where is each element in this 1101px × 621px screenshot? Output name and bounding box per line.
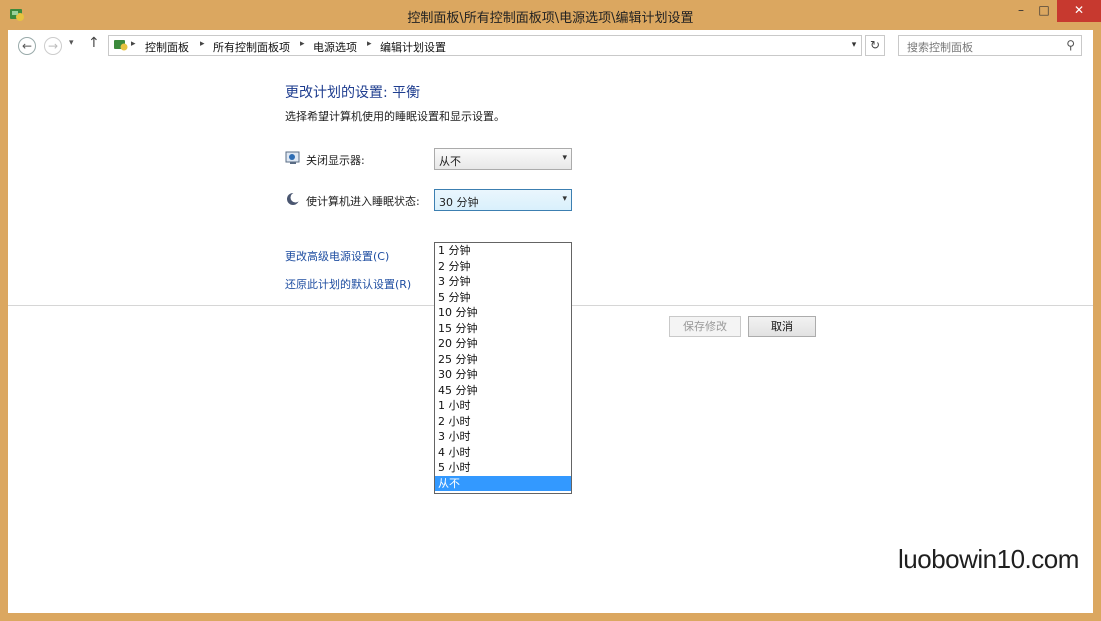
restore-defaults-link[interactable]: 还原此计划的默认设置(R) <box>285 276 411 292</box>
navigation-bar: ← → ▾ ↑ ▸ 控制面板 ▸ 所有控制面板项 ▸ 电源选项 ▸ 编辑计划设置… <box>8 30 1093 61</box>
display-off-select[interactable]: 从不 ▾ <box>434 148 572 170</box>
dropdown-option[interactable]: 30 分钟 <box>435 367 571 383</box>
sleep-select[interactable]: 30 分钟 ▾ <box>434 189 572 211</box>
sleep-label: 使计算机进入睡眠状态: <box>306 195 420 208</box>
dropdown-option[interactable]: 5 分钟 <box>435 290 571 306</box>
breadcrumb-control-panel[interactable]: 控制面板 <box>145 39 189 55</box>
dropdown-option[interactable]: 3 小时 <box>435 429 571 445</box>
close-button[interactable]: ✕ <box>1057 0 1101 22</box>
page-title: 更改计划的设置: 平衡 <box>285 85 421 101</box>
display-off-label: 关闭显示器: <box>306 154 365 167</box>
cancel-button[interactable]: 取消 <box>748 316 816 337</box>
breadcrumb-edit-plan[interactable]: 编辑计划设置 <box>380 39 446 55</box>
address-bar[interactable]: ▸ 控制面板 ▸ 所有控制面板项 ▸ 电源选项 ▸ 编辑计划设置 <box>108 35 862 56</box>
dropdown-option[interactable]: 2 分钟 <box>435 259 571 275</box>
breadcrumb-separator-icon: ▸ <box>131 39 136 49</box>
search-input[interactable]: 搜索控制面板 ⚲ <box>898 35 1082 56</box>
dropdown-option[interactable]: 25 分钟 <box>435 352 571 368</box>
address-dropdown-icon[interactable]: ▾ <box>846 35 862 56</box>
breadcrumb-separator-icon: ▸ <box>200 39 205 49</box>
refresh-button[interactable]: ↻ <box>865 35 885 56</box>
page-description: 选择希望计算机使用的睡眠设置和显示设置。 <box>285 110 505 123</box>
chevron-down-icon: ▾ <box>562 153 567 163</box>
sleep-value: 30 分钟 <box>439 196 479 209</box>
search-icon[interactable]: ⚲ <box>1066 38 1075 52</box>
dropdown-option[interactable]: 1 分钟 <box>435 243 571 259</box>
breadcrumb-power-options[interactable]: 电源选项 <box>313 39 357 55</box>
breadcrumb-separator-icon: ▸ <box>367 39 372 49</box>
dropdown-option[interactable]: 1 小时 <box>435 398 571 414</box>
breadcrumb-all-items[interactable]: 所有控制面板项 <box>213 39 290 55</box>
dropdown-option[interactable]: 5 小时 <box>435 460 571 476</box>
display-off-value: 从不 <box>439 155 461 168</box>
search-placeholder: 搜索控制面板 <box>907 41 973 54</box>
title-bar[interactable]: 控制面板\所有控制面板项\电源选项\编辑计划设置 – □ ✕ <box>0 0 1101 30</box>
advanced-power-settings-link[interactable]: 更改高级电源设置(C) <box>285 248 389 264</box>
dropdown-option[interactable]: 20 分钟 <box>435 336 571 352</box>
dropdown-option[interactable]: 2 小时 <box>435 414 571 430</box>
minimize-button[interactable]: – <box>1010 0 1032 22</box>
dropdown-option[interactable]: 45 分钟 <box>435 383 571 399</box>
dropdown-option[interactable]: 4 小时 <box>435 445 571 461</box>
sleep-dropdown-list[interactable]: 1 分钟 2 分钟 3 分钟 5 分钟 10 分钟 15 分钟 20 分钟 25… <box>434 242 572 494</box>
dropdown-option[interactable]: 3 分钟 <box>435 274 571 290</box>
monitor-icon <box>285 151 300 164</box>
window: 控制面板\所有控制面板项\电源选项\编辑计划设置 – □ ✕ ← → ▾ ↑ ▸… <box>0 0 1101 621</box>
dropdown-option[interactable]: 15 分钟 <box>435 321 571 337</box>
client-area: ← → ▾ ↑ ▸ 控制面板 ▸ 所有控制面板项 ▸ 电源选项 ▸ 编辑计划设置… <box>8 30 1093 613</box>
maximize-button[interactable]: □ <box>1033 0 1055 22</box>
main-content: 更改计划的设置: 平衡 选择希望计算机使用的睡眠设置和显示设置。 关闭显示器: … <box>8 61 1093 613</box>
dropdown-option-selected[interactable]: 从不 <box>435 475 571 491</box>
watermark: luobowin10.com <box>898 544 1079 574</box>
back-button[interactable]: ← <box>18 37 36 55</box>
up-icon[interactable]: ↑ <box>88 35 100 51</box>
breadcrumb-separator-icon: ▸ <box>300 39 305 49</box>
save-button[interactable]: 保存修改 <box>669 316 741 337</box>
forward-button[interactable]: → <box>44 37 62 55</box>
moon-icon <box>287 192 301 205</box>
dropdown-option[interactable]: 10 分钟 <box>435 305 571 321</box>
window-title: 控制面板\所有控制面板项\电源选项\编辑计划设置 <box>407 11 694 26</box>
control-panel-icon <box>114 40 128 51</box>
chevron-down-icon: ▾ <box>562 194 567 204</box>
recent-locations-icon[interactable]: ▾ <box>69 38 74 48</box>
